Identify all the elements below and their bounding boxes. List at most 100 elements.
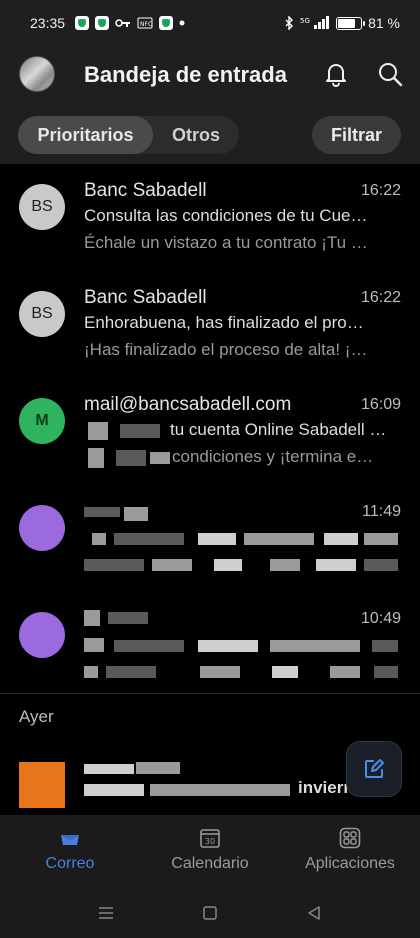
redaction-block [136,762,180,774]
mail-preview: ¡Has finalizado el proceso de alta! ¡… [84,340,368,359]
nfc-icon: NFC [137,17,153,29]
page-title: Bandeja de entrada [84,62,287,87]
redaction-block [272,666,298,678]
battery-percent: 81 % [368,15,400,31]
back-icon[interactable] [305,904,323,922]
nav-label: Correo [45,855,95,872]
mail-sender: Banc Sabadell [84,180,207,201]
redaction-block [270,559,300,571]
mail-time: 10:49 [360,610,401,627]
mail-subject: Enhorabuena, has finalizado el pro… [84,313,364,332]
redaction-block [84,610,100,626]
edit-icon [365,759,384,778]
redaction-block [92,533,106,545]
redaction-block [364,559,398,571]
redaction-block [114,533,184,545]
mail-time: 16:09 [360,396,401,413]
shield-icon [159,16,174,30]
redaction-block [150,784,290,796]
profile-avatar[interactable] [19,56,55,92]
redaction-block [120,424,160,438]
app-header: Bandeja de entrada Prioritarios Otros Fi… [0,46,420,164]
redaction-block [88,448,104,468]
compose-button[interactable] [346,741,402,797]
redaction-block [84,784,144,796]
mail-preview: Échale un vistazo a tu contrato ¡Tu … [84,233,368,252]
redaction-block [116,450,146,466]
home-icon[interactable] [201,904,219,922]
redaction-block [152,559,192,571]
redaction-block [150,452,170,464]
calendar-icon: 30 [200,829,220,848]
redaction-block [214,559,242,571]
tab-otros[interactable]: Otros [153,116,239,154]
network-type: 5G [300,17,310,25]
shield-icon [95,16,110,30]
redaction-block [84,559,144,571]
sender-avatar: BS [19,291,65,337]
redaction-block [108,612,148,624]
status-bar: 23:35 NFC 5G 81 % [0,0,420,46]
mail-subject: tu cuenta Online Sabadell … [170,420,387,439]
calendar-day: 30 [205,837,215,846]
redaction-block [114,640,184,652]
nav-item-calendario[interactable]: 30 Calendario [140,815,280,888]
redaction-block [84,507,120,517]
sender-avatar [19,762,65,808]
redaction-block [84,666,98,678]
filter-button[interactable]: Filtrar [312,116,401,154]
redaction-block [84,764,134,774]
apps-icon [339,827,361,849]
redaction-block [324,533,358,545]
tab-prioritarios[interactable]: Prioritarios [18,116,153,154]
nav-item-correo[interactable]: Correo [0,815,140,888]
section-header: Ayer [19,707,54,726]
key-icon [115,19,131,27]
status-time: 23:35 [30,15,66,31]
mail-icon [61,835,79,845]
redaction-block [374,666,398,678]
bottom-nav: Correo 30 Calendario Aplicaciones [0,815,420,888]
mail-time: 11:49 [362,503,401,520]
sender-avatar [19,505,65,551]
redaction-block [200,666,240,678]
sender-avatar: BS [19,184,65,230]
shield-icon [75,16,90,30]
mail-time: 16:22 [360,289,401,306]
section-divider [0,693,420,694]
bluetooth-icon [285,16,294,30]
redaction-block [84,638,104,652]
redaction-block [364,533,398,545]
mail-sender: mail@bancsabadell.com [84,394,292,415]
redaction-block [316,559,356,571]
nav-item-aplicaciones[interactable]: Aplicaciones [280,815,420,888]
redaction-block [270,640,360,652]
list-item[interactable]: BS Banc Sabadell 16:22 Consulta las cond… [0,164,420,271]
list-item[interactable]: 11:49 [0,485,420,592]
system-nav-bar [0,888,420,938]
nav-label: Calendario [171,855,249,872]
search-icon[interactable] [376,60,404,88]
redaction-block [124,507,148,521]
redaction-block [88,422,108,440]
list-item[interactable]: BS Banc Sabadell 16:22 Enhorabuena, has … [0,271,420,378]
notification-icons: NFC [75,16,185,30]
redaction-block [244,533,314,545]
bell-icon[interactable] [322,60,350,88]
list-item[interactable]: M mail@bancsabadell.com 16:09 tu cuenta … [0,378,420,485]
sender-avatar: M [19,398,65,444]
sender-avatar [19,612,65,658]
signal-icon: 5G [300,16,330,29]
dot-icon [179,20,185,26]
list-item[interactable]: 10:49 [0,592,420,699]
menu-icon[interactable] [97,904,115,922]
inbox-tabs: Prioritarios Otros [18,116,239,154]
redaction-block [106,666,156,678]
mail-preview: condiciones y ¡termina e… [172,447,374,466]
redaction-block [198,533,236,545]
svg-text:NFC: NFC [140,21,152,28]
redaction-block [198,640,258,652]
mail-list: BS Banc Sabadell 16:22 Consulta las cond… [0,164,420,699]
redaction-block [372,640,398,652]
battery-icon [336,16,366,30]
